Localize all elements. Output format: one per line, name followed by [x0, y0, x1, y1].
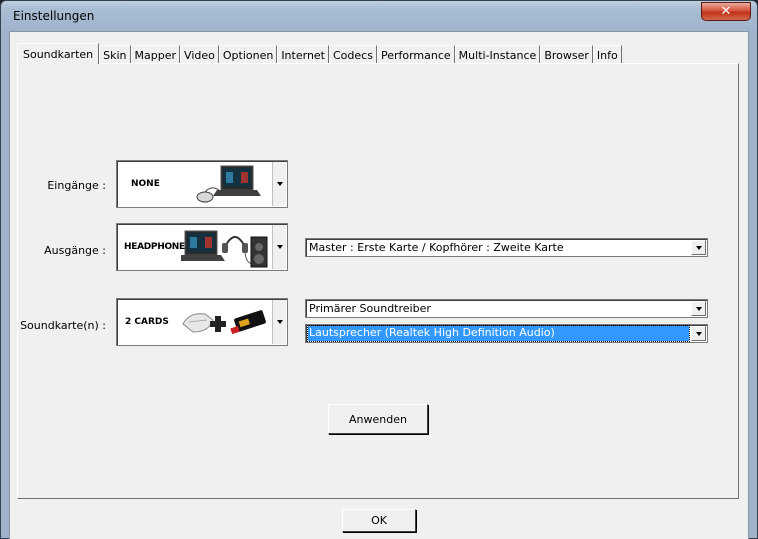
output-routing-dropdown-button[interactable] — [691, 240, 706, 255]
inputs-dropdown-button[interactable] — [272, 162, 286, 206]
chevron-down-icon — [695, 331, 702, 336]
close-button[interactable]: ✕ — [701, 2, 751, 21]
tab-skin[interactable]: Skin — [99, 45, 131, 64]
inputs-mode-text: NONE — [131, 179, 160, 189]
window-title: Einstellungen — [13, 9, 95, 23]
soundcard-mode-combo[interactable]: 2 CARDS — [116, 298, 288, 346]
outputs-dropdown-button[interactable] — [272, 225, 286, 269]
laptop-headphones-speaker-icon — [181, 230, 268, 268]
sound-driver-select[interactable]: Primärer Soundtreiber — [305, 299, 708, 318]
sound-driver-dropdown-button[interactable] — [691, 301, 706, 316]
chevron-down-icon — [276, 320, 283, 324]
soundcard-label: Soundkarte(n) : — [20, 319, 106, 332]
tab-info[interactable]: Info — [592, 45, 622, 64]
outputs-mode-combo[interactable]: HEADPHONES — [116, 223, 288, 271]
chevron-down-icon — [276, 245, 283, 249]
output-routing-select[interactable]: Master : Erste Karte / Kopfhörer : Zweit… — [305, 238, 708, 257]
title-bar[interactable]: Einstellungen ✕ — [1, 1, 757, 31]
audio-device-dropdown-button[interactable] — [691, 326, 706, 341]
tab-performance[interactable]: Performance — [376, 45, 455, 64]
two-soundcards-icon — [182, 310, 266, 335]
tab-multi-instance[interactable]: Multi-Instance — [454, 45, 541, 64]
tab-mapper[interactable]: Mapper — [130, 45, 181, 64]
audio-device-value: Lautsprecher (Realtek High Definition Au… — [307, 325, 690, 342]
soundcard-dropdown-button[interactable] — [272, 300, 286, 344]
tab-codecs[interactable]: Codecs — [329, 45, 377, 64]
chevron-down-icon — [695, 306, 702, 311]
tab-optionen[interactable]: Optionen — [218, 45, 278, 64]
tab-internet[interactable]: Internet — [277, 45, 329, 64]
tab-browser[interactable]: Browser — [540, 45, 593, 64]
tab-soundkarten[interactable]: Soundkarten — [17, 43, 100, 64]
output-routing-value: Master : Erste Karte / Kopfhörer : Zweit… — [309, 241, 564, 254]
settings-window: Einstellungen ✕ Soundkarten Skin Mapper … — [0, 0, 758, 539]
chevron-down-icon — [695, 245, 702, 250]
chevron-down-icon — [276, 182, 283, 186]
apply-button[interactable]: Anwenden — [328, 404, 428, 434]
tab-strip: Soundkarten Skin Mapper Video Optionen I… — [17, 43, 622, 64]
sound-driver-value: Primärer Soundtreiber — [309, 302, 431, 315]
outputs-label: Ausgänge : — [44, 244, 106, 257]
audio-device-select[interactable]: Lautsprecher (Realtek High Definition Au… — [305, 324, 708, 343]
close-icon: ✕ — [720, 4, 732, 19]
inputs-label: Eingänge : — [47, 179, 106, 192]
laptop-with-mouse-icon — [196, 165, 261, 203]
ok-button[interactable]: OK — [342, 509, 416, 532]
tab-video[interactable]: Video — [180, 45, 219, 64]
soundcard-mode-text: 2 CARDS — [125, 317, 169, 327]
inputs-mode-combo[interactable]: NONE — [116, 160, 288, 208]
